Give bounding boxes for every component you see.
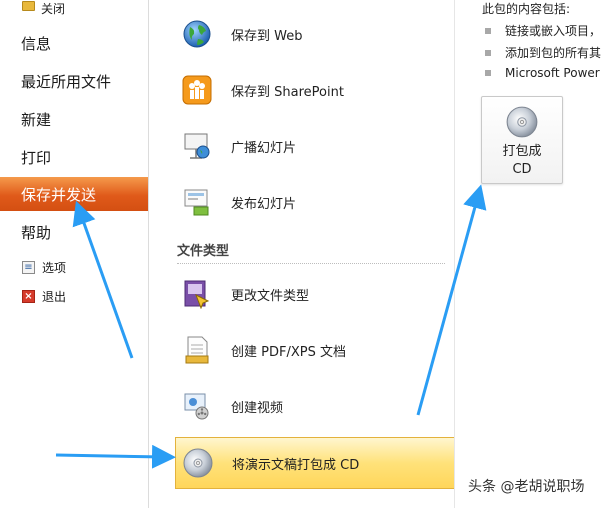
broadcast-slides-item[interactable]: 广播幻灯片 bbox=[175, 126, 453, 166]
publish-slides-icon bbox=[181, 186, 213, 218]
save-send-options: 保存到 Web 保存到 SharePoint 广播幻灯片 发布幻灯片 文件类型 … bbox=[149, 0, 461, 508]
publish-slides-item[interactable]: 发布幻灯片 bbox=[175, 182, 453, 222]
bullet-icon bbox=[485, 27, 491, 34]
options-icon: ≡ bbox=[22, 260, 35, 274]
exit-label: 退出 bbox=[42, 289, 67, 304]
item-label: 保存到 SharePoint bbox=[231, 84, 344, 100]
nav-item-recent[interactable]: 最近所用文件 bbox=[0, 64, 150, 98]
broadcast-icon bbox=[181, 130, 213, 162]
change-file-type-icon bbox=[181, 278, 213, 310]
section-divider bbox=[177, 263, 445, 264]
bullet-text: Microsoft Power bbox=[505, 66, 600, 80]
globe-icon bbox=[181, 18, 213, 50]
nav-item-label: 保存并发送 bbox=[21, 185, 97, 204]
package-contents-heading: 此包的内容包括: bbox=[482, 2, 571, 16]
folder-icon bbox=[22, 1, 35, 11]
cd-icon bbox=[182, 447, 214, 479]
package-for-cd-button[interactable]: 打包成 CD bbox=[481, 96, 563, 184]
nav-item-help[interactable]: 帮助 bbox=[0, 215, 150, 249]
nav-item-label: 新建 bbox=[21, 110, 52, 129]
change-file-type-item[interactable]: 更改文件类型 bbox=[175, 274, 453, 314]
nav-exit[interactable]: × 退出 bbox=[22, 286, 66, 306]
create-pdf-xps-item[interactable]: 创建 PDF/XPS 文档 bbox=[175, 330, 453, 370]
file-types-heading: 文件类型 bbox=[177, 244, 230, 259]
options-label: 选项 bbox=[42, 260, 67, 275]
watermark: 头条 @老胡说职场 bbox=[468, 479, 585, 495]
video-icon bbox=[181, 390, 213, 422]
item-label: 发布幻灯片 bbox=[231, 196, 297, 212]
item-label: 更改文件类型 bbox=[231, 288, 310, 304]
close-label: 关闭 bbox=[41, 1, 66, 16]
bullet-icon bbox=[485, 49, 491, 56]
bullet-icon bbox=[485, 70, 491, 76]
contents-bullet: Microsoft Power bbox=[485, 66, 600, 80]
nav-item-label: 信息 bbox=[21, 34, 52, 53]
nav-item-label: 帮助 bbox=[21, 223, 52, 242]
bullet-text: 添加到包的所有其 bbox=[505, 46, 602, 60]
contents-bullet: 添加到包的所有其 bbox=[485, 44, 601, 61]
nav-item-print[interactable]: 打印 bbox=[0, 140, 150, 174]
nav-item-new[interactable]: 新建 bbox=[0, 102, 150, 136]
nav-item-save-and-send[interactable]: 保存并发送 bbox=[0, 177, 156, 211]
nav-item-info[interactable]: 信息 bbox=[0, 26, 150, 60]
button-label-line1: 打包成 bbox=[502, 144, 542, 159]
item-label: 广播幻灯片 bbox=[231, 140, 297, 156]
save-to-web-item[interactable]: 保存到 Web bbox=[175, 14, 453, 54]
cd-icon bbox=[505, 105, 539, 139]
package-for-cd-item[interactable]: 将演示文稿打包成 CD bbox=[175, 437, 461, 489]
nav-item-label: 打印 bbox=[21, 148, 52, 167]
backstage-nav: 关闭 信息 最近所用文件 新建 打印 保存并发送 帮助 ≡ 选项 × 退出 bbox=[0, 0, 156, 508]
item-label: 创建 PDF/XPS 文档 bbox=[231, 344, 346, 360]
save-to-sharepoint-item[interactable]: 保存到 SharePoint bbox=[175, 70, 453, 110]
exit-icon: × bbox=[22, 289, 35, 303]
nav-options[interactable]: ≡ 选项 bbox=[22, 257, 66, 277]
sharepoint-icon bbox=[181, 74, 213, 106]
pdf-document-icon bbox=[181, 334, 213, 366]
item-label: 创建视频 bbox=[231, 400, 284, 416]
button-label-line2: CD bbox=[512, 162, 532, 177]
close-item[interactable]: 关闭 bbox=[22, 0, 65, 16]
bullet-text: 链接或嵌入项目， bbox=[505, 24, 602, 38]
nav-item-label: 最近所用文件 bbox=[21, 72, 112, 91]
create-video-item[interactable]: 创建视频 bbox=[175, 386, 453, 426]
item-label: 将演示文稿打包成 CD bbox=[232, 457, 360, 473]
item-label: 保存到 Web bbox=[231, 28, 303, 44]
detail-panel: 此包的内容包括: 链接或嵌入项目， 添加到包的所有其 Microsoft Pow… bbox=[454, 0, 608, 508]
contents-bullet: 链接或嵌入项目， bbox=[485, 22, 601, 39]
